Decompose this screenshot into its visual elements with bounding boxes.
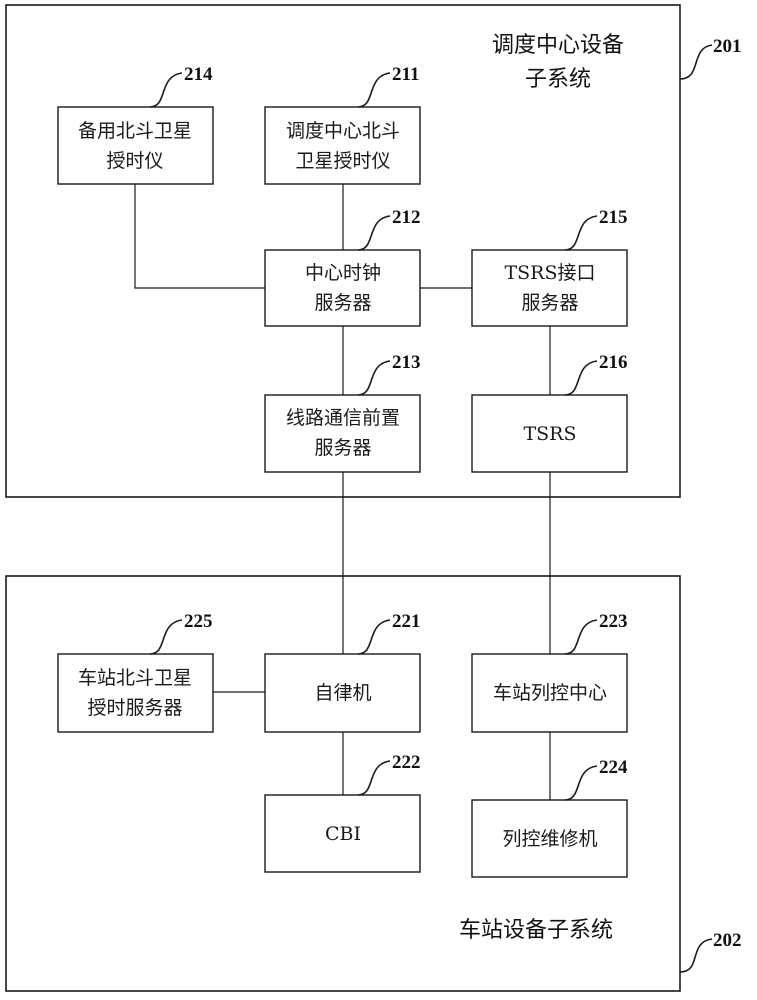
node-221-ref: 221 [392, 611, 421, 632]
node-212-ref: 212 [392, 207, 421, 228]
node-215-line1: TSRS接口 [504, 262, 595, 284]
node-222-line1: CBI [325, 823, 361, 845]
node-224-leader [564, 765, 598, 801]
node-211-ref: 211 [392, 64, 419, 85]
node-214-ref: 214 [184, 64, 213, 85]
node-224-ref: 224 [599, 757, 628, 778]
node-214-line2: 授时仪 [106, 150, 163, 172]
node-225-line1: 车站北斗卫星 [78, 667, 192, 689]
node-225-ref: 225 [184, 611, 213, 632]
node-211-box[interactable] [264, 106, 421, 185]
wire-214-212 [134, 184, 265, 289]
node-223-ref: 223 [599, 611, 628, 632]
node-222-ref: 222 [392, 752, 421, 773]
node-216-line1: TSRS [523, 423, 576, 445]
subsystem-201-ref: 201 [713, 36, 742, 57]
node-214[interactable]: 备用北斗卫星 授时仪 214 [57, 64, 214, 185]
node-211[interactable]: 调度中心北斗 卫星授时仪 211 [264, 64, 421, 185]
subsystem-201-title-line1: 调度中心设备 [492, 33, 624, 58]
node-212-leader [357, 215, 391, 251]
node-224-line1: 列控维修机 [502, 828, 597, 850]
node-223-line1: 车站列控中心 [493, 682, 607, 704]
node-213-ref: 213 [392, 352, 421, 373]
node-225-box[interactable] [57, 653, 214, 733]
node-211-line1: 调度中心北斗 [286, 120, 400, 142]
node-221-line1: 自律机 [314, 682, 371, 704]
node-216-ref: 216 [599, 352, 628, 373]
node-225-leader [149, 619, 183, 655]
subsystem-201-title-line2: 子系统 [525, 67, 591, 92]
node-223-leader [564, 619, 598, 655]
system-diagram: 调度中心设备 子系统 201 车站设备子系统 202 备用北斗卫星 授时仪 21… [5, 4, 742, 992]
subsystem-202-ref: 202 [713, 930, 742, 951]
node-216-leader [564, 360, 598, 396]
node-214-box[interactable] [57, 106, 214, 185]
node-225[interactable]: 车站北斗卫星 授时服务器 225 [57, 611, 214, 733]
node-211-leader [357, 72, 391, 108]
node-214-leader [149, 72, 183, 108]
node-213-line1: 线路通信前置 [286, 407, 400, 429]
node-212-line2: 服务器 [314, 292, 371, 314]
node-213-leader [357, 360, 391, 396]
node-214-line1: 备用北斗卫星 [78, 120, 192, 142]
node-215[interactable]: TSRS接口 服务器 215 [471, 207, 628, 327]
subsystem-202-title: 车站设备子系统 [459, 918, 613, 943]
node-215-line2: 服务器 [521, 292, 578, 314]
node-221-leader [357, 619, 391, 655]
node-222-leader [357, 760, 391, 796]
subsystem-202-leader [679, 938, 713, 973]
node-213-line2: 服务器 [314, 437, 371, 459]
node-215-ref: 215 [599, 207, 628, 228]
node-215-leader [564, 215, 598, 251]
node-212-line1: 中心时钟 [305, 262, 381, 284]
node-211-line2: 卫星授时仪 [295, 150, 390, 172]
node-225-line2: 授时服务器 [87, 697, 182, 719]
subsystem-station: 车站设备子系统 202 [5, 575, 742, 992]
subsystem-201-leader [679, 44, 713, 80]
